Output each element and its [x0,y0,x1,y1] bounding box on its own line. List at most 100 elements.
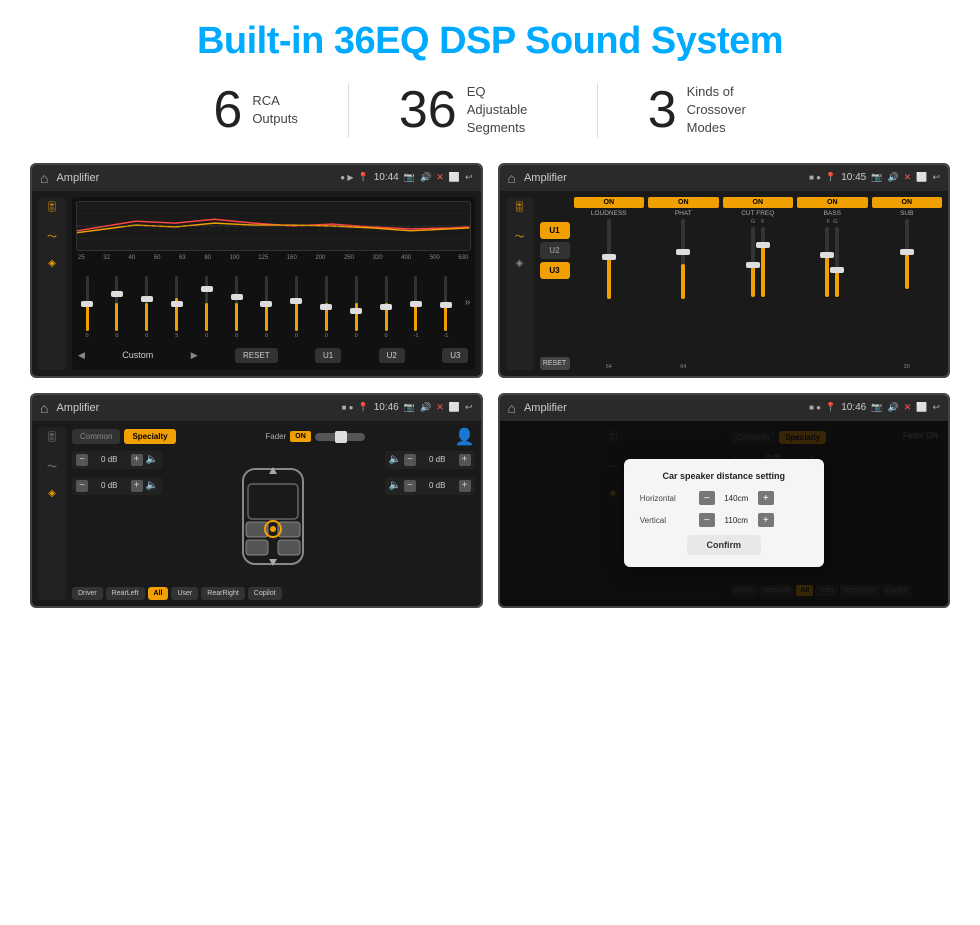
eq-track-8[interactable] [325,276,328,331]
eq-track-9[interactable] [355,276,358,331]
eq-track-12[interactable] [444,276,447,331]
left-top-plus[interactable]: + [131,454,143,466]
left-bottom-plus[interactable]: + [131,480,143,492]
eq-val-1: 0 [115,333,118,339]
horizontal-minus-btn[interactable]: − [699,491,715,505]
eq-slider-8: 0 [315,276,337,339]
right-bottom-minus[interactable]: − [404,480,416,492]
u1-preset-btn[interactable]: U1 [540,222,570,239]
eq-track-1[interactable] [115,276,118,331]
user-btn[interactable]: User [171,587,198,600]
driver-btn[interactable]: Driver [72,587,103,600]
bass-on-badge: ON [797,197,868,208]
stat-crossover-number: 3 [648,84,677,136]
s3-left-controls: − 0 dB + 🔈 − 0 dB + 🔈 [72,451,162,583]
confirm-button[interactable]: Confirm [687,535,762,555]
more-icon: » [465,297,471,308]
rear-left-speaker-icon: 🔈 [146,480,158,491]
x-icon-3: ✕ [436,402,444,413]
dot-icon-1: ● ▶ [340,173,353,182]
status-icons-3: 📍 10:46 📷 🔊 ✕ ⬜ ↩ [358,402,473,413]
eq-track-2[interactable] [145,276,148,331]
right-bottom-plus[interactable]: + [459,480,471,492]
camera-icon-2: 📷 [871,172,882,183]
eq-track-4[interactable] [205,276,208,331]
eq-slider-12: -1 [435,276,457,339]
left-bottom-minus[interactable]: − [76,480,88,492]
vertical-minus-btn[interactable]: − [699,513,715,527]
fader-slider[interactable] [315,433,365,441]
back-icon-3: ↩ [465,402,473,413]
freq-40: 40 [129,255,136,261]
phat-track[interactable] [681,219,685,299]
eq-val-5: 0 [235,333,238,339]
eq-track-0[interactable] [86,276,89,331]
common-tab[interactable]: Common [72,429,120,444]
x-icon-2: ✕ [904,172,912,183]
u2-preset-btn[interactable]: U2 [540,242,570,259]
pin-icon-1: 📍 [358,172,369,183]
s2-channels: ON LOUDNESS 64 ON [574,197,943,370]
freq-160: 160 [287,255,297,261]
screen2-content: 🎚 〜 ◈ U1 U2 U3 RESET [500,191,949,376]
sub-val: 20 [904,364,910,370]
eq-track-7[interactable] [295,276,298,331]
s3-speaker-icon: ◈ [48,488,56,499]
s3-center-panel [170,451,377,583]
channel-cutfreq: ON CUT FREQ G F [723,197,794,370]
loudness-track[interactable] [607,219,611,299]
s2-reset-btn[interactable]: RESET [540,357,570,370]
u3-preset-btn[interactable]: U3 [540,262,570,279]
time-4: 10:46 [841,402,866,413]
left-top-minus[interactable]: − [76,454,88,466]
screen-icon-4: ⬜ [916,402,927,413]
freq-25: 25 [78,255,85,261]
eq-track-10[interactable] [385,276,388,331]
reset-btn[interactable]: RESET [235,348,278,363]
u1-btn[interactable]: U1 [315,348,341,363]
stats-row: 6 RCAOutputs 36 EQ AdjustableSegments 3 … [30,83,950,138]
volume-icon-3: 🔊 [420,402,431,413]
rear-left-btn[interactable]: RearLeft [106,587,145,600]
next-arrow[interactable]: ▶ [191,350,198,361]
prev-arrow[interactable]: ◀ [78,350,85,361]
vertical-value: 110cm [719,516,754,525]
x-icon-4: ✕ [904,402,912,413]
stat-rca-label: RCAOutputs [252,92,298,128]
bass-f-track[interactable] [825,227,829,297]
specialty-tab[interactable]: Specialty [124,429,175,444]
copilot-btn[interactable]: Copilot [248,587,282,600]
horizontal-plus-btn[interactable]: + [758,491,774,505]
person-icon: 👤 [455,427,475,447]
rear-right-btn[interactable]: RearRight [201,587,245,600]
sub-on-badge: ON [872,197,943,208]
distance-dialog: Car speaker distance setting Horizontal … [624,459,824,567]
right-bottom-control: 🔈 − 0 dB + [385,477,475,495]
u3-btn[interactable]: U3 [442,348,468,363]
eq-track-6[interactable] [265,276,268,331]
right-top-plus[interactable]: + [459,454,471,466]
eq-val-4: 0 [205,333,208,339]
cutfreq-g-track[interactable] [751,227,755,297]
phat-label: PHAT [675,210,692,217]
u2-btn[interactable]: U2 [379,348,405,363]
eq-track-3[interactable] [175,276,178,331]
freq-100: 100 [230,255,240,261]
vertical-plus-btn[interactable]: + [758,513,774,527]
eq-track-5[interactable] [235,276,238,331]
screen-eq: ⌂ Amplifier ● ▶ 📍 10:44 📷 🔊 ✕ ⬜ ↩ 🎚 〜 [30,163,483,378]
home-icon-4: ⌂ [508,400,516,416]
sub-track[interactable] [905,219,909,289]
rear-right-speaker-icon: 🔈 [389,480,401,491]
eq-track-11[interactable] [414,276,417,331]
cutfreq-slider-area [751,227,765,370]
stat-eq-number: 36 [399,84,457,136]
cutfreq-f-track[interactable] [761,227,765,297]
all-btn[interactable]: All [148,587,169,600]
right-top-minus[interactable]: − [404,454,416,466]
eq-val-10: 0 [385,333,388,339]
screen-icon-2: ⬜ [916,172,927,183]
cutfreq-on-badge: ON [723,197,794,208]
bass-g-track[interactable] [835,227,839,297]
volume-icon-1: 🔊 [420,172,431,183]
